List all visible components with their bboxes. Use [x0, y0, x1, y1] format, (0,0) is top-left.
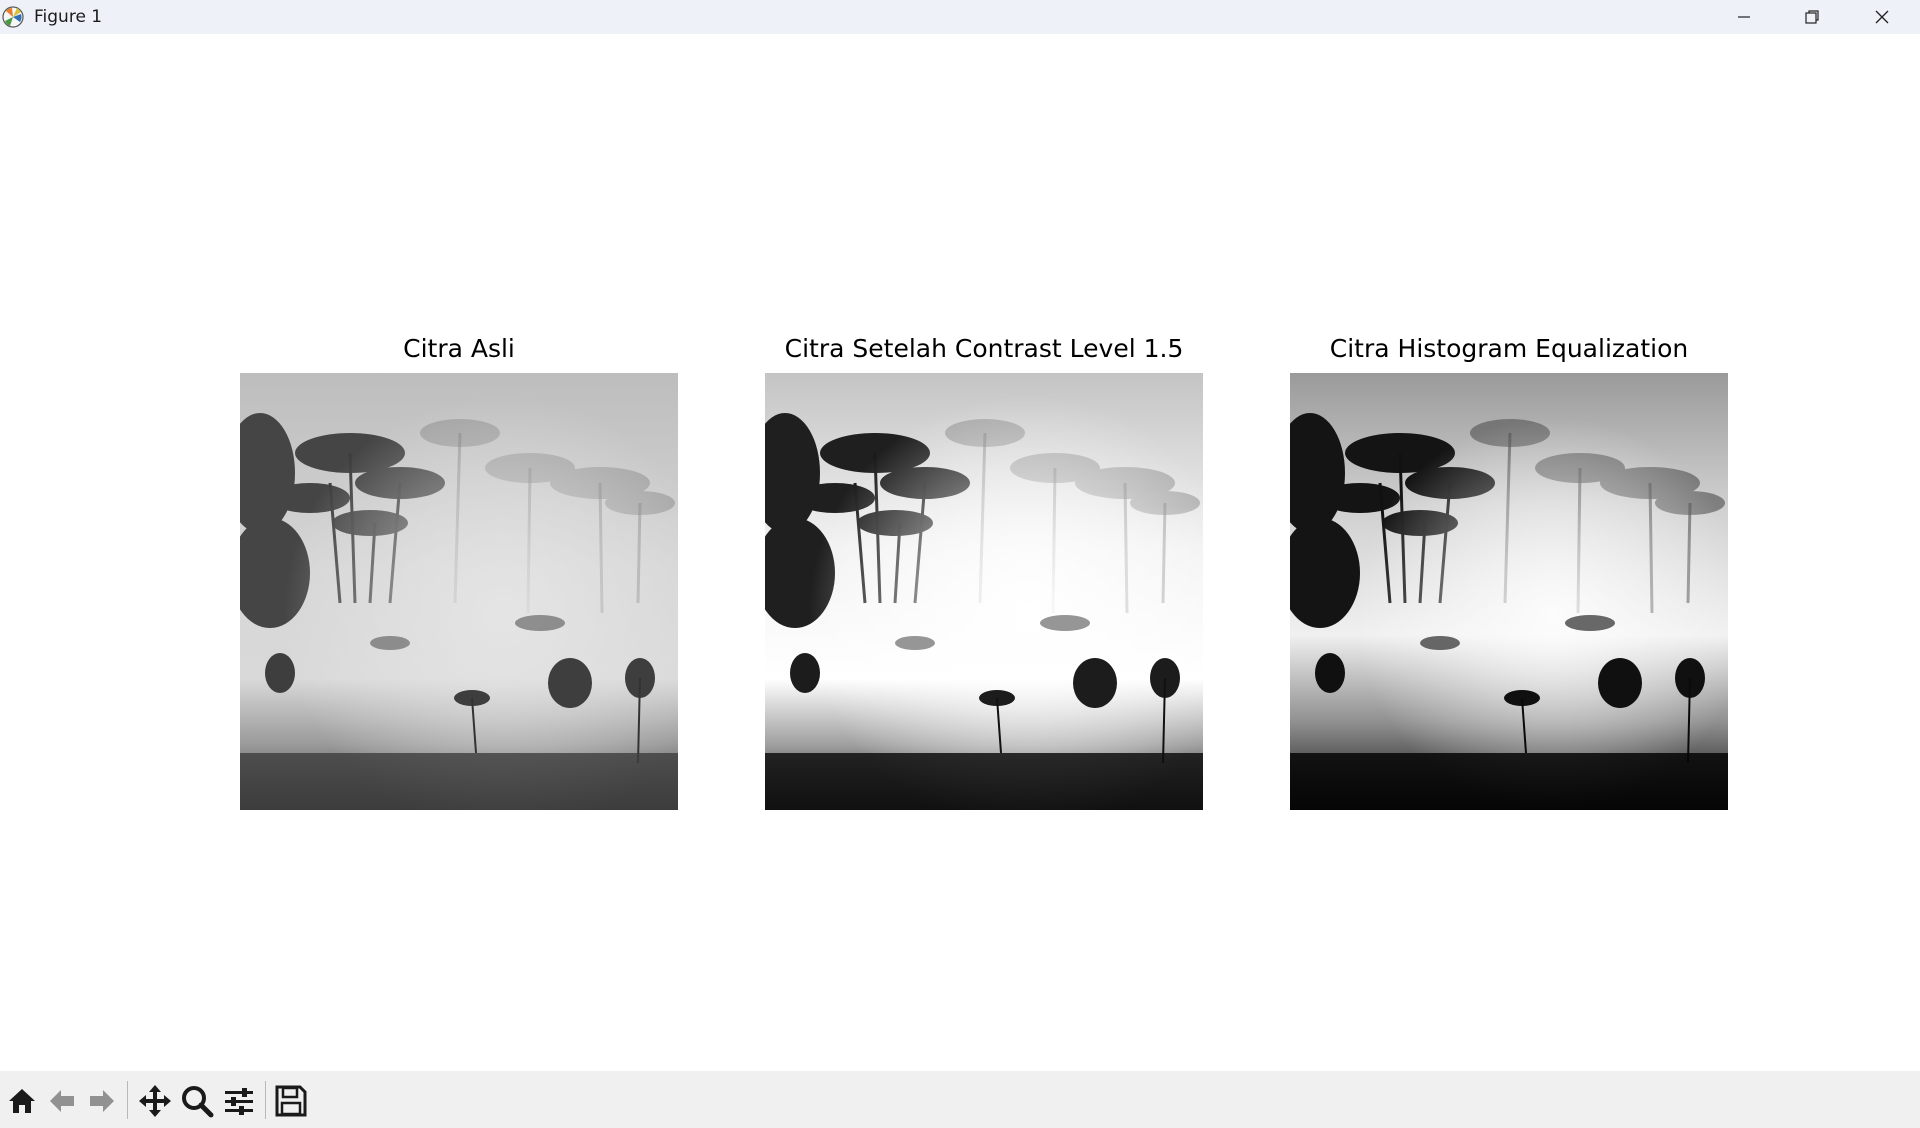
image-contrast [765, 373, 1203, 810]
save-button[interactable] [273, 1083, 309, 1119]
close-button[interactable] [1848, 0, 1916, 34]
image-original [240, 373, 678, 810]
toolbar-separator [265, 1081, 266, 1119]
home-button[interactable] [4, 1083, 40, 1119]
matplotlib-logo-icon [2, 6, 24, 28]
forward-button[interactable] [84, 1083, 120, 1119]
back-button[interactable] [44, 1083, 80, 1119]
pan-move-icon [139, 1085, 171, 1117]
close-icon [1875, 10, 1889, 24]
window-titlebar: Figure 1 [0, 0, 1920, 34]
home-icon [9, 1089, 35, 1113]
restore-icon [1805, 10, 1819, 24]
toolbar-separator [127, 1081, 128, 1119]
pan-button[interactable] [137, 1083, 173, 1119]
window-title: Figure 1 [34, 7, 103, 27]
image-equalized [1290, 373, 1728, 810]
configure-subplots-icon [225, 1088, 253, 1115]
restore-button[interactable] [1778, 0, 1846, 34]
panel-title-contrast: Citra Setelah Contrast Level 1.5 [784, 334, 1184, 363]
panel-title-original: Citra Asli [403, 334, 515, 363]
minimize-icon [1738, 16, 1750, 18]
configure-subplots-button[interactable] [221, 1083, 257, 1119]
figure-canvas[interactable]: Citra Asli Citra Setelah Contrast Level … [0, 34, 1920, 1071]
panel-title-equalized: Citra Histogram Equalization [1329, 334, 1689, 363]
save-floppy-icon [275, 1085, 307, 1117]
minimize-button[interactable] [1710, 0, 1778, 34]
navigation-toolbar [0, 1071, 1920, 1128]
zoom-button[interactable] [179, 1083, 215, 1119]
zoom-magnifier-icon [182, 1086, 214, 1118]
back-arrow-icon [50, 1090, 74, 1112]
forward-arrow-icon [90, 1090, 114, 1112]
